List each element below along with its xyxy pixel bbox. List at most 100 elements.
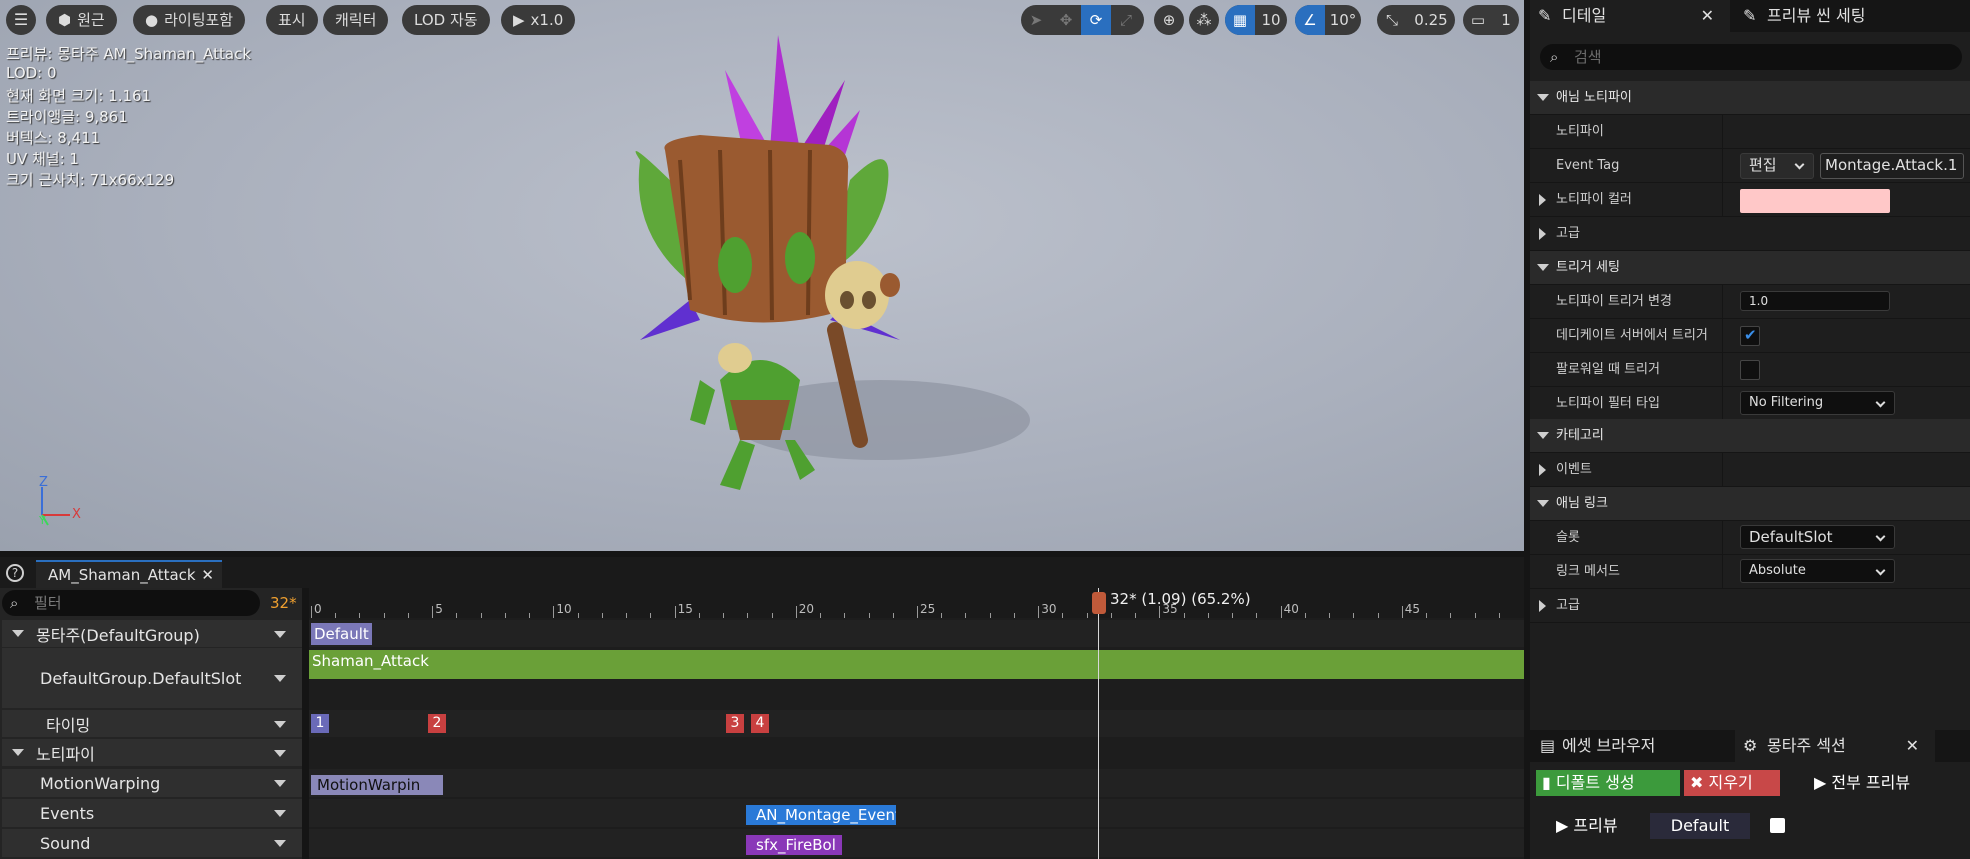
prop-event-tag-label: Event Tag — [1556, 158, 1620, 173]
close-icon[interactable]: ✕ — [201, 562, 214, 588]
preview-viewport[interactable]: ☰ ⬢ 원근 ● 라이팅포함 표시 캐릭터 LOD 자동 ▶ x1.0 ➤ ✥ … — [0, 0, 1524, 551]
ruler-minor-tick — [577, 613, 579, 618]
filter-type-value: No Filtering — [1749, 395, 1824, 410]
tab-preview-scene[interactable]: ✎ 프리뷰 씬 세팅 — [1735, 0, 1970, 32]
tab-asset-browser[interactable]: ▤ 에셋 브라우저 — [1530, 730, 1730, 762]
montage-section-default[interactable]: Default — [311, 623, 372, 645]
notify-motion-warping[interactable]: MotionWarpin — [311, 775, 443, 795]
prop-link-method: 링크 메서드 Absolute — [1530, 555, 1970, 589]
dedicated-server-checkbox[interactable]: ✔ — [1740, 326, 1760, 346]
create-default-label: 디폴트 생성 — [1555, 773, 1635, 792]
prop-notify-label: 노티파이 — [1556, 124, 1604, 139]
timeline-tab-bar: ? AM_Shaman_Attack ✕ — [0, 557, 1524, 588]
track-notify-group[interactable]: 노티파이 — [2, 739, 302, 766]
slot-dropdown[interactable]: DefaultSlot — [1740, 525, 1895, 549]
expand-arrow-icon[interactable] — [1539, 228, 1546, 240]
playhead-line[interactable] — [1098, 588, 1099, 859]
filter-type-dropdown[interactable]: No Filtering — [1740, 391, 1895, 415]
timeline-ruler[interactable]: 0 5 10 15 20 25 30 35 40 45 — [309, 588, 1524, 618]
track-filter-input[interactable]: ⌕ 필터 — [2, 590, 260, 616]
expand-arrow-icon[interactable] — [1539, 600, 1546, 612]
prop-notify: 노티파이 — [1530, 115, 1970, 149]
link-method-dropdown[interactable]: Absolute — [1740, 559, 1895, 583]
pencil-icon: ✎ — [1743, 6, 1757, 25]
prop-advanced-2[interactable]: 고급 — [1530, 589, 1970, 623]
expand-arrow-icon[interactable] — [1539, 194, 1546, 206]
ruler-tick-label: 40 — [1283, 602, 1299, 616]
preview-button[interactable]: ▶ 프리뷰 — [1550, 813, 1640, 839]
expand-arrow-icon[interactable] — [1539, 464, 1546, 476]
track-list: ⌕ 필터 32* 몽타주(DefaultGroup) DefaultGroup.… — [0, 588, 302, 859]
column-divider — [1722, 521, 1723, 555]
default-section-button[interactable]: Default — [1650, 813, 1750, 839]
timing-marker-2[interactable]: 2 — [428, 714, 446, 733]
ruler-minor-tick — [456, 613, 458, 618]
column-divider — [1722, 555, 1723, 589]
event-tag-value-field[interactable]: Montage.Attack.1 — [1820, 153, 1964, 179]
trigger-change-input[interactable]: 1.0 — [1740, 291, 1890, 311]
close-icon[interactable]: ✕ — [1906, 730, 1919, 762]
collapse-arrow-icon[interactable] — [12, 630, 24, 637]
collapse-arrow-icon[interactable] — [12, 749, 24, 756]
edit-tag-label: 편집 — [1749, 156, 1777, 174]
chevron-down-icon[interactable] — [274, 749, 286, 757]
category-anim-link[interactable]: 애님 링크 — [1530, 487, 1970, 521]
section-checkbox[interactable] — [1770, 818, 1785, 833]
track-motion-warping[interactable]: MotionWarping — [2, 769, 302, 797]
chevron-down-icon[interactable] — [274, 675, 286, 682]
track-montage-group[interactable]: 몽타주(DefaultGroup) — [2, 620, 302, 647]
slot-segment-bar[interactable]: Shaman_Attack — [309, 650, 1524, 679]
chevron-down-icon — [1875, 531, 1886, 542]
ruler-minor-tick — [820, 613, 822, 618]
details-search-input[interactable]: ⌕ 검색 — [1540, 44, 1962, 70]
create-default-button[interactable]: ▮ 디폴트 생성 — [1536, 770, 1680, 796]
track-events[interactable]: Events — [2, 799, 302, 827]
ruler-minor-tick — [989, 613, 991, 618]
category-anim-notify[interactable]: 애님 노티파이 — [1530, 81, 1970, 115]
prop-notify-color[interactable]: 노티파이 컬러 — [1530, 183, 1970, 217]
timing-marker-3[interactable]: 3 — [726, 714, 744, 733]
track-timing[interactable]: 타이밍 — [2, 710, 302, 737]
track-sound[interactable]: Sound — [2, 829, 302, 857]
category-category[interactable]: 카테고리 — [1530, 419, 1970, 453]
playhead-label: 32* (1.09) (65.2%) — [1110, 590, 1251, 608]
clear-button[interactable]: ✖ 지우기 — [1684, 770, 1780, 796]
prop-event-label: 이벤트 — [1556, 462, 1592, 477]
ruler-major-tick — [553, 606, 555, 618]
follower-trigger-checkbox[interactable] — [1740, 360, 1760, 380]
notify-montage-event[interactable]: AN_Montage_Event — [746, 805, 896, 825]
chevron-down-icon[interactable] — [274, 720, 286, 728]
timing-marker-1[interactable]: 1 — [311, 714, 329, 733]
ruler-minor-tick — [335, 613, 337, 618]
column-divider — [1722, 353, 1723, 387]
prop-event[interactable]: 이벤트 — [1530, 453, 1970, 487]
ruler-minor-tick — [771, 613, 773, 618]
timeline-track-area[interactable]: 0 5 10 15 20 25 30 35 40 45 Default Shaman_Attack… — [309, 588, 1524, 859]
prop-slot-label: 슬롯 — [1556, 530, 1580, 545]
help-icon[interactable]: ? — [6, 564, 24, 582]
close-icon[interactable]: ✕ — [1701, 0, 1714, 32]
chevron-down-icon[interactable] — [274, 780, 286, 787]
track-default-slot[interactable]: DefaultGroup.DefaultSlot — [2, 648, 302, 708]
ruler-minor-tick — [504, 613, 506, 618]
category-trigger-settings[interactable]: 트리거 세팅 — [1530, 251, 1970, 285]
prop-notify-color-label: 노티파이 컬러 — [1556, 192, 1632, 207]
ruler-minor-tick — [1013, 613, 1015, 618]
prop-trigger-change-label: 노티파이 트리거 변경 — [1556, 294, 1672, 309]
chevron-down-icon[interactable] — [274, 840, 286, 847]
edit-tag-dropdown[interactable]: 편집 — [1740, 153, 1814, 179]
prop-advanced[interactable]: 고급 — [1530, 217, 1970, 251]
playhead-handle[interactable] — [1092, 592, 1106, 614]
tab-details-label: 디테일 — [1562, 6, 1607, 25]
tab-montage-section[interactable]: ⚙ 몽타주 섹션 ✕ — [1735, 730, 1935, 762]
notify-sound[interactable]: sfx_FireBol — [746, 835, 842, 855]
ruler-tick-label: 45 — [1404, 602, 1421, 616]
timing-marker-4[interactable]: 4 — [751, 714, 769, 733]
montage-asset-tab[interactable]: AM_Shaman_Attack ✕ — [36, 560, 222, 588]
tab-details[interactable]: ✎ 디테일 ✕ — [1530, 0, 1730, 32]
prop-follower-trigger: 팔로워일 때 트리거 — [1530, 353, 1970, 387]
preview-all-button[interactable]: ▶ 전부 프리뷰 — [1808, 770, 1958, 796]
chevron-down-icon[interactable] — [274, 630, 286, 638]
chevron-down-icon[interactable] — [274, 810, 286, 817]
notify-color-swatch[interactable] — [1740, 189, 1890, 213]
